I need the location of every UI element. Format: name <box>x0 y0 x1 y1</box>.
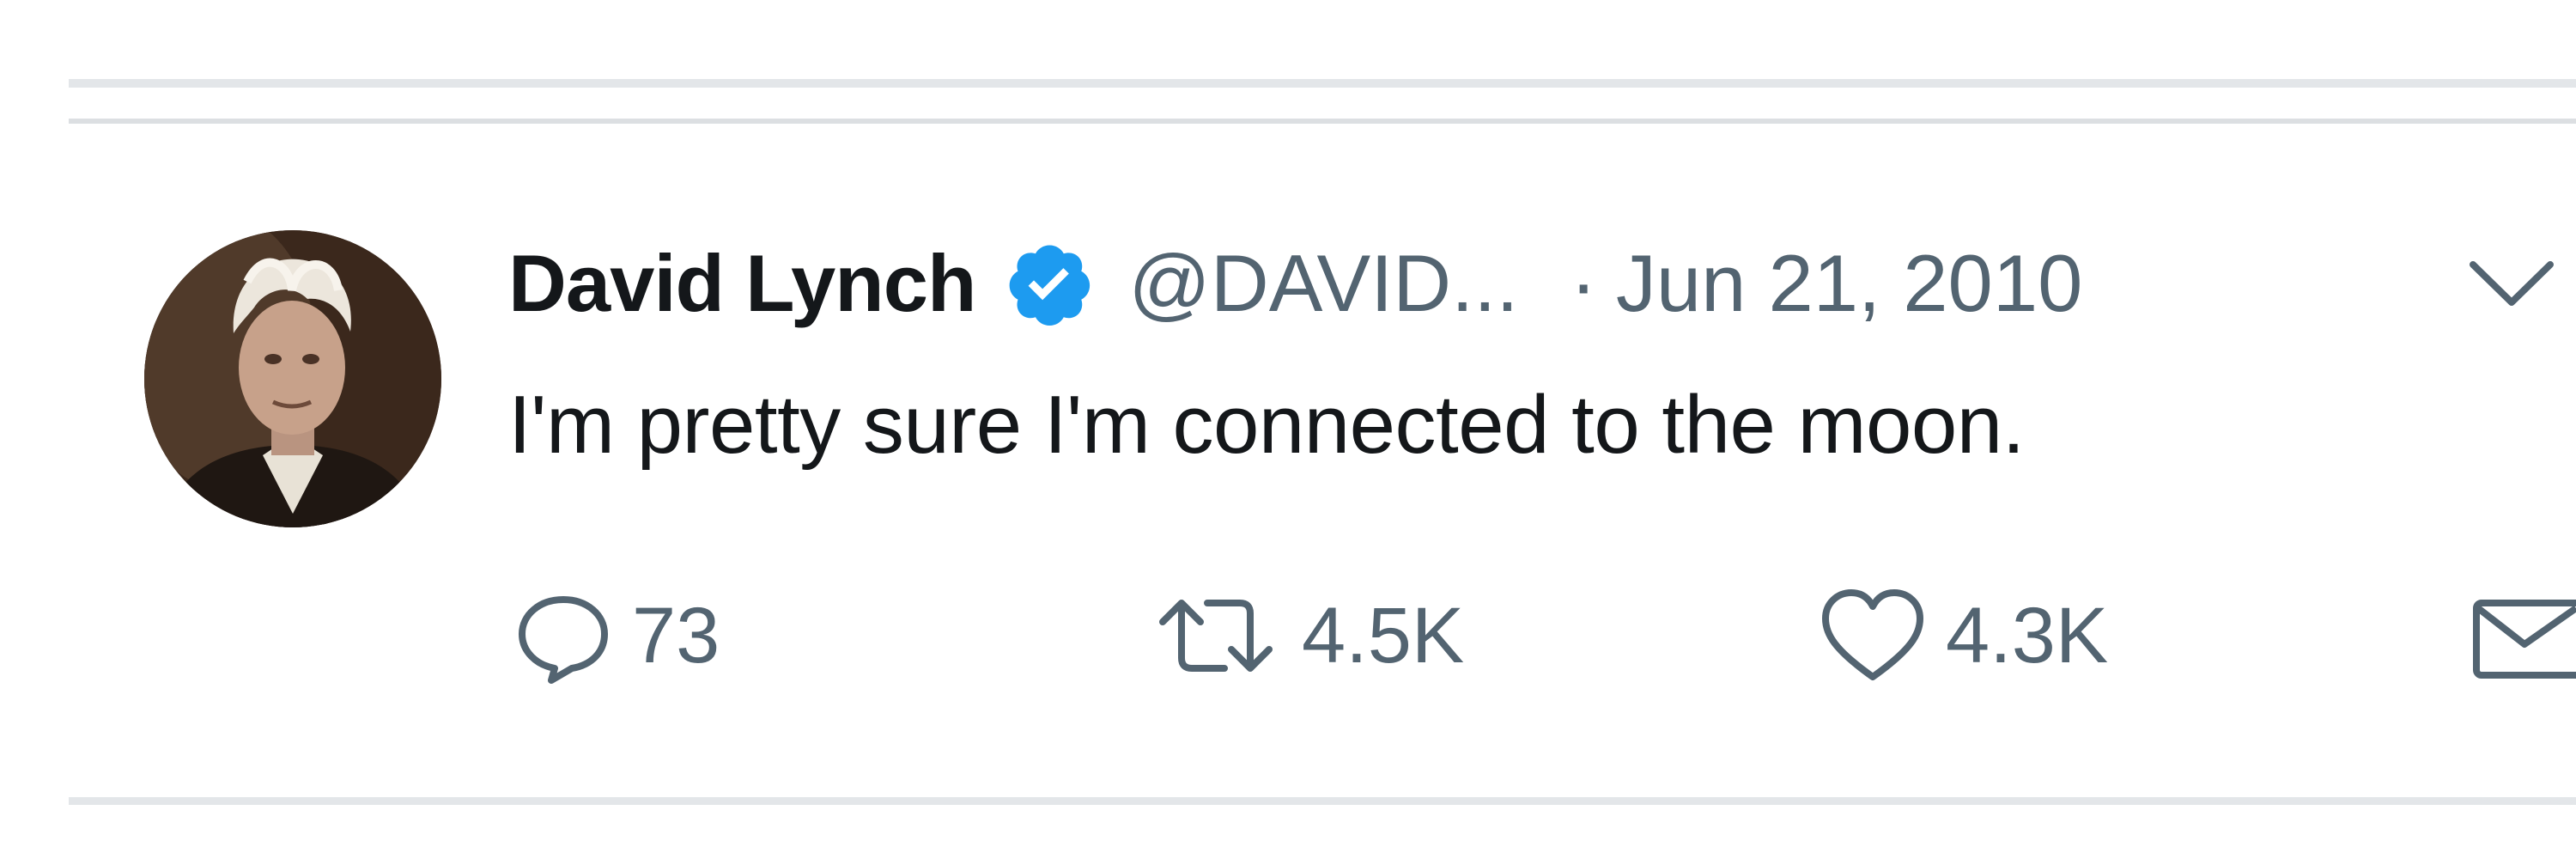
heart-icon <box>1822 589 1923 680</box>
tweet-text: I'm pretty sure I'm connected to the moo… <box>508 379 2025 471</box>
share-button[interactable] <box>2470 584 2576 687</box>
like-count: 4.3K <box>1946 591 2109 679</box>
author-handle[interactable]: @DAVID... <box>1128 237 1518 330</box>
bottom-divider <box>69 797 2576 805</box>
retweet-icon <box>1159 600 1273 672</box>
top-divider <box>69 79 2576 88</box>
reply-count: 73 <box>632 591 720 679</box>
retweet-button[interactable]: 4.5K <box>1147 584 1464 687</box>
tweet-date[interactable]: Jun 21, 2010 <box>1616 237 2083 330</box>
avatar-photo <box>144 230 441 527</box>
separator-dot: · <box>1570 238 1597 328</box>
author-display-name[interactable]: David Lynch <box>508 237 976 330</box>
top-divider-secondary <box>69 119 2576 124</box>
avatar[interactable] <box>144 230 441 527</box>
reply-icon <box>519 596 608 684</box>
chevron-down-icon[interactable] <box>2464 249 2559 318</box>
verified-badge-icon <box>1001 236 1096 331</box>
tweet-actions: 73 4.5K 4.3K <box>512 584 2576 687</box>
tweet-header: David Lynch @DAVID... · Jun 21, 2010 <box>508 232 2082 335</box>
like-button[interactable]: 4.3K <box>1817 584 2108 687</box>
retweet-count: 4.5K <box>1302 591 1465 679</box>
reply-button[interactable]: 73 <box>512 584 720 687</box>
share-icon <box>2473 600 2576 679</box>
